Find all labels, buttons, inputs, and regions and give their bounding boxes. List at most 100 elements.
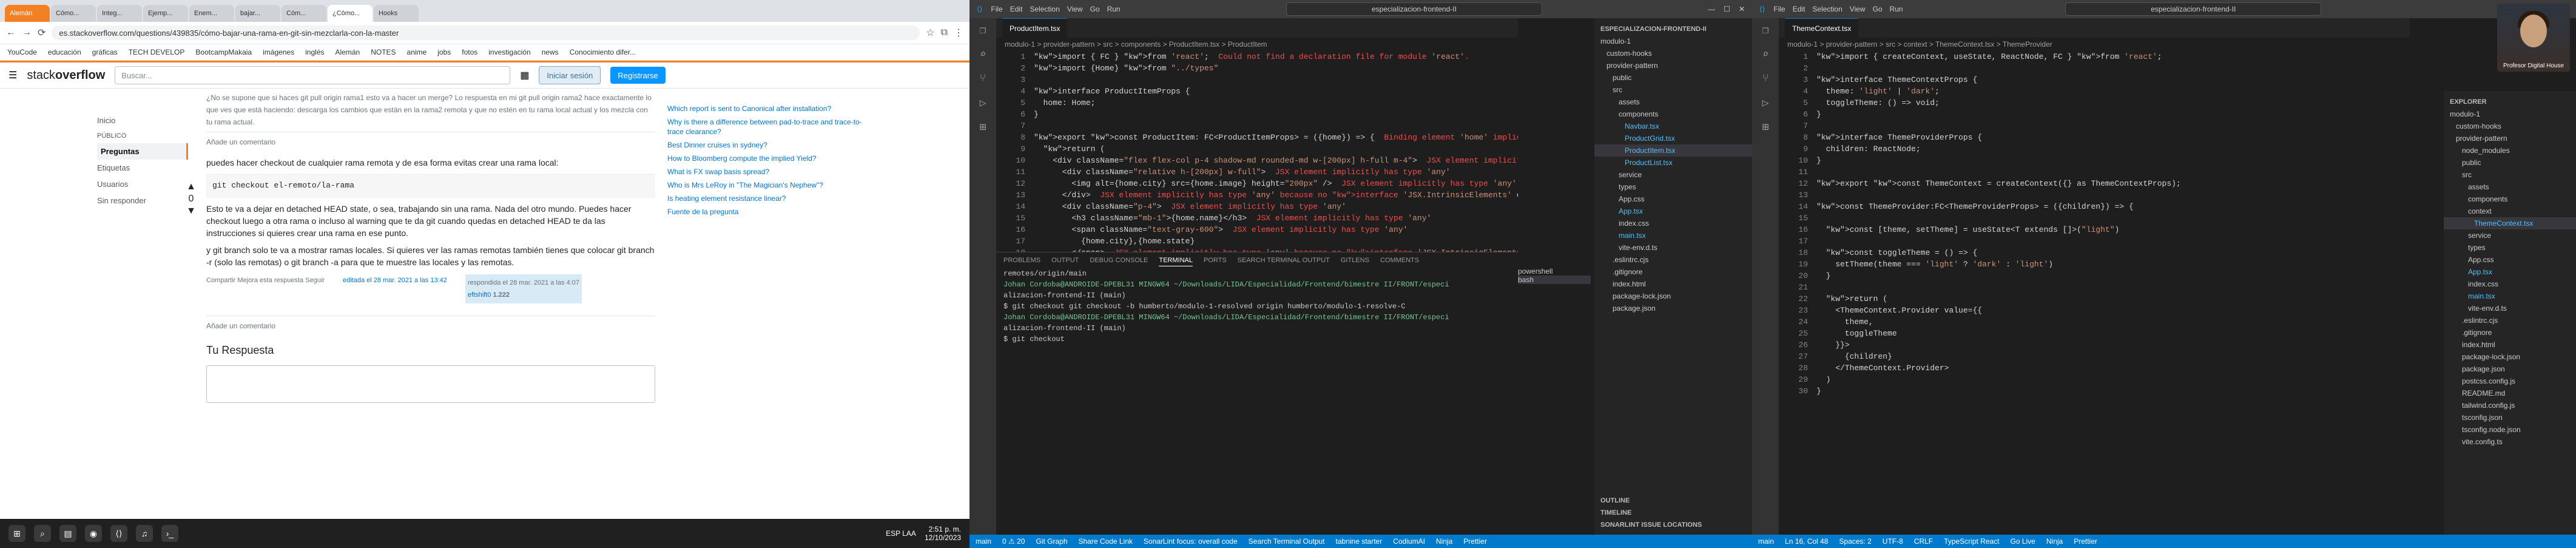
explorer-item[interactable]: modulo-1 <box>2444 108 2576 120</box>
explorer-item[interactable]: App.tsx <box>1594 205 1752 217</box>
panel-tab[interactable]: GITLENS <box>1341 255 1369 266</box>
status-item[interactable]: TypeScript React <box>1944 537 1999 546</box>
explorer-item[interactable]: src <box>1594 84 1752 96</box>
menu-item[interactable]: Selection <box>1812 5 1842 13</box>
explorer-item[interactable]: components <box>2444 193 2576 205</box>
explorer-section[interactable]: SONARLINT ISSUE LOCATIONS <box>1594 519 1752 531</box>
browser-tab[interactable]: Enem... <box>189 5 234 22</box>
explorer-item[interactable]: package.json <box>1594 302 1752 314</box>
editor-tab-productitem[interactable]: ProductItem.tsx <box>1002 18 1068 38</box>
explorer-item[interactable]: custom-hooks <box>1594 47 1752 59</box>
explorer-item[interactable]: package-lock.json <box>1594 290 1752 302</box>
downvote-icon[interactable]: ▼ <box>182 205 200 217</box>
breadcrumb[interactable]: modulo-1 > provider-pattern > src > cont… <box>1779 38 2410 51</box>
chrome-icon[interactable]: ◉ <box>85 525 102 542</box>
bookmark-item[interactable]: Conocimiento difer... <box>570 48 636 56</box>
status-item[interactable]: Ninja <box>2046 537 2063 546</box>
explorer-item[interactable]: Navbar.tsx <box>1594 120 1752 132</box>
status-item[interactable]: Prettier <box>2074 537 2097 546</box>
explorer-item[interactable]: App.css <box>1594 193 1752 205</box>
explorer-item[interactable]: provider-pattern <box>1594 59 1752 72</box>
status-item[interactable]: 0 ⚠ 20 <box>1002 537 1025 546</box>
source-control-icon[interactable]: ⑂ <box>1752 67 1779 91</box>
add-comment-link-2[interactable]: Añade un comentario <box>206 316 655 336</box>
share-links[interactable]: Compartir Mejora esta respuesta Seguir <box>206 274 325 303</box>
menu-item[interactable]: Selection <box>1030 5 1059 13</box>
browser-tab[interactable]: Hooks <box>374 5 419 22</box>
explorer-section[interactable]: TIMELINE <box>1594 507 1752 519</box>
related-question-link[interactable]: Who is Mrs LeRoy in "The Magician's Neph… <box>667 180 868 190</box>
bookmark-item[interactable]: gráficas <box>92 48 118 56</box>
login-button[interactable]: Iniciar sesión <box>539 66 601 84</box>
language-indicator[interactable]: ESP LAA <box>886 529 916 538</box>
status-item[interactable]: Search Terminal Output <box>1249 537 1325 546</box>
browser-tab[interactable]: Ejemp... <box>143 5 188 22</box>
breadcrumb[interactable]: modulo-1 > provider-pattern > src > comp… <box>996 38 1518 51</box>
windows-start-icon[interactable]: ⊞ <box>8 525 25 542</box>
explorer-item[interactable]: service <box>1594 169 1752 181</box>
explorer-item[interactable]: custom-hooks <box>2444 120 2576 132</box>
status-item[interactable]: SonarLint focus: overall code <box>1144 537 1238 546</box>
vscode-icon[interactable]: ⟨⟩ <box>110 525 127 542</box>
related-question-link[interactable]: How to Bloomberg compute the implied Yie… <box>667 154 868 163</box>
explorer-icon[interactable]: ❐ <box>1752 18 1779 42</box>
panel-tab[interactable]: TERMINAL <box>1159 255 1193 266</box>
bookmark-item[interactable]: NOTES <box>371 48 396 56</box>
explorer-item[interactable]: public <box>1594 72 1752 84</box>
menu-item[interactable]: Edit <box>1010 5 1023 13</box>
bookmark-item[interactable]: BootcampMakaia <box>195 48 252 56</box>
panel-tab[interactable]: PROBLEMS <box>1003 255 1040 266</box>
explorer-item[interactable]: index.css <box>2444 278 2576 290</box>
explorer-item[interactable]: tailwind.config.js <box>2444 399 2576 411</box>
status-item[interactable]: Ninja <box>1436 537 1452 546</box>
status-item[interactable]: CRLF <box>1914 537 1933 546</box>
status-item[interactable]: Go Live <box>2011 537 2035 546</box>
spotify-icon[interactable]: ♫ <box>136 525 153 542</box>
close-icon[interactable]: ✕ <box>1739 5 1745 13</box>
menu-item[interactable]: Go <box>1090 5 1100 13</box>
bookmark-item[interactable]: educación <box>48 48 81 56</box>
related-question-link[interactable]: Fuente de la pregunta <box>667 207 868 217</box>
terminal-session-bash[interactable]: bash <box>1518 276 1591 284</box>
panel-tab[interactable]: DEBUG CONSOLE <box>1090 255 1148 266</box>
extensions-icon[interactable]: ⧉ <box>941 27 948 38</box>
status-item[interactable]: Ln 16, Col 48 <box>1785 537 1828 546</box>
status-item[interactable]: Git Graph <box>1036 537 1067 546</box>
browser-tab[interactable]: ¿Cómo... <box>328 5 373 22</box>
extensions-icon[interactable]: ⊞ <box>1752 115 1779 140</box>
explorer-item[interactable]: tsconfig.json <box>2444 411 2576 424</box>
related-question-link[interactable]: Best Dinner cruises in sydney? <box>667 140 868 150</box>
signup-button[interactable]: Registrarse <box>610 67 666 84</box>
related-question-link[interactable]: Why is there a difference between pad-to… <box>667 117 868 137</box>
run-debug-icon[interactable]: ▷ <box>1752 91 1779 115</box>
status-item[interactable]: tabnine starter <box>1336 537 1383 546</box>
explorer-icon[interactable]: ❐ <box>969 18 996 42</box>
explorer-item[interactable]: vite-env.d.ts <box>1594 242 1752 254</box>
clock[interactable]: 2:51 p. m. 12/10/2023 <box>925 525 961 542</box>
menu-item[interactable]: View <box>1067 5 1083 13</box>
status-item[interactable]: main <box>1758 537 1774 546</box>
explorer-item[interactable]: src <box>2444 169 2576 181</box>
panel-tab[interactable]: SEARCH TERMINAL OUTPUT <box>1238 255 1330 266</box>
source-control-icon[interactable]: ⑂ <box>969 67 996 91</box>
command-center[interactable]: especializacion-frontend-II <box>1286 2 1542 16</box>
url-input[interactable]: es.stackoverflow.com/questions/439835/có… <box>52 25 920 40</box>
explorer-item[interactable]: service <box>2444 229 2576 242</box>
bookmark-item[interactable]: YouCode <box>7 48 37 56</box>
explorer-item[interactable]: .gitignore <box>1594 266 1752 278</box>
code-editor[interactable]: 1 "kw">import { FC } "kw">from 'react'; C… <box>996 51 1518 255</box>
bookmark-item[interactable]: investigación <box>488 48 530 56</box>
explorer-item[interactable]: components <box>1594 108 1752 120</box>
explorer-item[interactable]: .eslintrc.cjs <box>1594 254 1752 266</box>
star-icon[interactable]: ☆ <box>926 27 934 39</box>
explorer-item[interactable]: App.tsx <box>2444 266 2576 278</box>
upvote-icon[interactable]: ▲ <box>182 181 200 193</box>
status-item[interactable]: CodiumAI <box>1393 537 1425 546</box>
explorer-item[interactable]: node_modules <box>2444 144 2576 157</box>
explorer-item[interactable]: tsconfig.node.json <box>2444 424 2576 436</box>
menu-item[interactable]: View <box>1850 5 1866 13</box>
panel-tab[interactable]: COMMENTS <box>1380 255 1419 266</box>
menu-item[interactable]: Run <box>1890 5 1903 13</box>
bookmark-item[interactable]: news <box>542 48 559 56</box>
explorer-item[interactable]: index.html <box>2444 339 2576 351</box>
